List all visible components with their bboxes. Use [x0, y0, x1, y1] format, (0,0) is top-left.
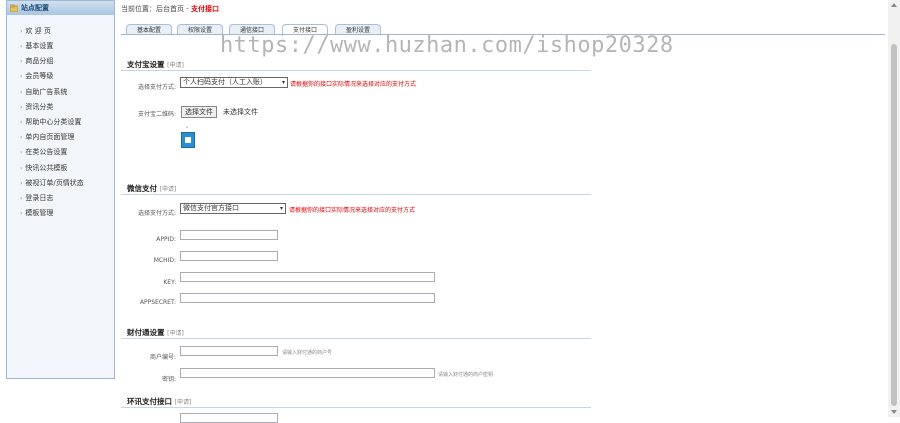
- sidebar-item-label: 快讯公共模板: [25, 164, 68, 172]
- sidebar-header-label: 站点配置: [21, 4, 49, 12]
- chevron-right-icon: ›: [20, 28, 23, 35]
- tab-label: 权限设置: [187, 27, 212, 34]
- breadcrumb: 当前位置：后台首页 - 支付接口: [121, 4, 219, 14]
- sidebar-item-help-categories[interactable]: › 帮助中心分类设置: [20, 117, 81, 127]
- wechat-method-value: 微信支付官方接口: [183, 204, 239, 212]
- sidebar-item-label: 在类公告设置: [25, 148, 68, 156]
- sidebar-item-member-levels[interactable]: › 会员等级: [20, 71, 53, 81]
- sidebar-item-label: 欢 迎 页: [25, 27, 51, 35]
- wechat-appid-label: APPID:: [156, 236, 176, 243]
- tenpay-merchant-hint: 请输入财付通的商户号: [282, 350, 333, 356]
- wechat-apply-link[interactable]: [申请]: [160, 186, 177, 193]
- wechat-key-input[interactable]: [180, 272, 435, 282]
- qr-code-icon: [185, 137, 191, 143]
- chevron-right-icon: ›: [20, 58, 23, 65]
- chevron-right-icon: ›: [20, 180, 23, 187]
- wechat-method-select[interactable]: 微信支付官方接口 ▾: [180, 203, 286, 214]
- wechat-mchid-label: MCHID:: [153, 257, 176, 264]
- chevron-down-icon: ▾: [279, 205, 283, 212]
- alipay-apply-link[interactable]: [申请]: [167, 62, 184, 69]
- sidebar-item-template-manage[interactable]: › 模板管理: [20, 208, 53, 218]
- sidebar-item-label: 单内自页面管理: [25, 133, 75, 141]
- divider: [121, 338, 591, 339]
- sidebar-item-label: 资讯分类: [25, 103, 54, 111]
- alipay-qr-file-button[interactable]: 选择文件: [181, 106, 217, 118]
- scroll-down-icon[interactable]: [891, 410, 897, 414]
- tenpay-key-input[interactable]: [180, 368, 435, 378]
- wechat-appsecret-label: APPSECRET:: [139, 299, 176, 306]
- alipay-section-title: 支付宝设置 [申请]: [127, 59, 184, 70]
- sidebar-item-label: 基本设置: [25, 42, 54, 50]
- divider: [121, 70, 591, 71]
- sidebar-item-pages[interactable]: › 单内自页面管理: [20, 132, 74, 142]
- sidebar-item-product-groups[interactable]: › 商品分组: [20, 56, 53, 66]
- breadcrumb-prefix: 当前位置：后台首页 -: [121, 5, 191, 13]
- sidebar-item-login-log[interactable]: › 登录日志: [20, 193, 53, 203]
- chevron-right-icon: ›: [20, 73, 23, 80]
- huanxun-title-text: 环讯支付接口: [127, 397, 172, 406]
- tenpay-merchant-input[interactable]: [180, 346, 278, 356]
- folder-icon: [10, 4, 18, 12]
- alipay-method-select[interactable]: 个人扫码支付（人工入账） ▾: [180, 77, 288, 88]
- sidebar-item-label: 会员等级: [25, 72, 54, 80]
- sidebar-item-order-status[interactable]: › 被视订单/页情状态: [20, 178, 84, 188]
- tenpay-key-hint: 请输入财付通的商户密钥: [438, 372, 494, 378]
- tenpay-key-label: 密钥:: [161, 376, 176, 383]
- sidebar-item-label: 帮助中心分类设置: [25, 118, 82, 126]
- vertical-scrollbar[interactable]: [888, 0, 900, 417]
- alipay-title-text: 支付宝设置: [127, 60, 165, 69]
- sidebar-item-welcome[interactable]: › 欢 迎 页: [20, 26, 51, 36]
- sidebar-item-label: 商品分组: [25, 57, 54, 65]
- huanxun-input[interactable]: [180, 413, 278, 423]
- sidebar: 站点配置 › 欢 迎 页 › 基本设置 › 商品分组 › 会员等级 › 自助广告系统 › 资…: [6, 0, 115, 379]
- chevron-down-icon: ▾: [281, 79, 285, 86]
- tenpay-title-text: 财付通设置: [127, 328, 165, 337]
- alipay-method-hint: 请根据你的接口实际情况来选择对应的支付方式: [290, 81, 417, 88]
- wechat-section-title: 微信支付 [申请]: [127, 183, 176, 194]
- wechat-appid-input[interactable]: [180, 230, 278, 240]
- sidebar-item-news-categories[interactable]: › 资讯分类: [20, 102, 53, 112]
- wechat-method-hint: 请根据你的接口实际情况来选择对应的支付方式: [289, 207, 416, 214]
- sidebar-item-label: 登录日志: [25, 194, 54, 202]
- chevron-right-icon: ›: [20, 104, 23, 111]
- tenpay-apply-link[interactable]: [申请]: [167, 330, 184, 337]
- watermark-text: https://www.huzhan.com/ishop20328: [220, 33, 674, 58]
- breadcrumb-current: 支付接口: [190, 5, 219, 13]
- chevron-right-icon: ›: [20, 43, 23, 50]
- divider: [121, 407, 591, 408]
- chevron-right-icon: ›: [20, 149, 23, 156]
- divider: [121, 194, 591, 195]
- sidebar-item-label: 模板管理: [25, 209, 54, 217]
- scroll-up-icon[interactable]: [891, 3, 897, 7]
- wechat-appsecret-input[interactable]: [180, 293, 435, 303]
- huanxun-section-title: 环讯支付接口 [申请]: [127, 396, 191, 407]
- scrollbar-thumb[interactable]: [891, 44, 897, 406]
- sidebar-item-announcements[interactable]: › 在类公告设置: [20, 147, 67, 157]
- huanxun-apply-link[interactable]: [申请]: [175, 399, 192, 406]
- chevron-right-icon: ›: [20, 119, 23, 126]
- tenpay-section-title: 财付通设置 [申请]: [127, 327, 184, 338]
- wechat-title-text: 微信支付: [127, 184, 157, 193]
- chevron-right-icon: ›: [20, 195, 23, 202]
- sidebar-item-label: 被视订单/页情状态: [25, 179, 84, 187]
- chevron-right-icon: ›: [20, 165, 23, 172]
- sidebar-item-templates-public[interactable]: › 快讯公共模板: [20, 163, 67, 173]
- alipay-qr-file-status: 未选择文件: [223, 108, 258, 116]
- tab-label: 基本配置: [136, 27, 161, 34]
- alipay-method-value: 个人扫码支付（人工入账）: [183, 78, 267, 86]
- sidebar-header[interactable]: 站点配置: [7, 1, 114, 15]
- alipay-method-label: 选择支付方式:: [137, 84, 176, 91]
- tenpay-merchant-label: 商户编号:: [149, 354, 176, 361]
- wechat-method-label: 选择支付方式:: [137, 210, 176, 217]
- sidebar-item-ads[interactable]: › 自助广告系统: [20, 87, 67, 97]
- chevron-right-icon: ›: [20, 210, 23, 217]
- wechat-mchid-input[interactable]: [180, 251, 278, 261]
- sidebar-item-label: 自助广告系统: [25, 88, 68, 96]
- wechat-key-label: KEY:: [163, 279, 176, 286]
- sidebar-item-basic-settings[interactable]: › 基本设置: [20, 41, 53, 51]
- qr-code-thumbnail: [181, 132, 195, 148]
- chevron-right-icon: ›: [20, 89, 23, 96]
- chevron-right-icon: ›: [20, 134, 23, 141]
- alipay-qr-label: 支付宝二维码:: [137, 111, 176, 118]
